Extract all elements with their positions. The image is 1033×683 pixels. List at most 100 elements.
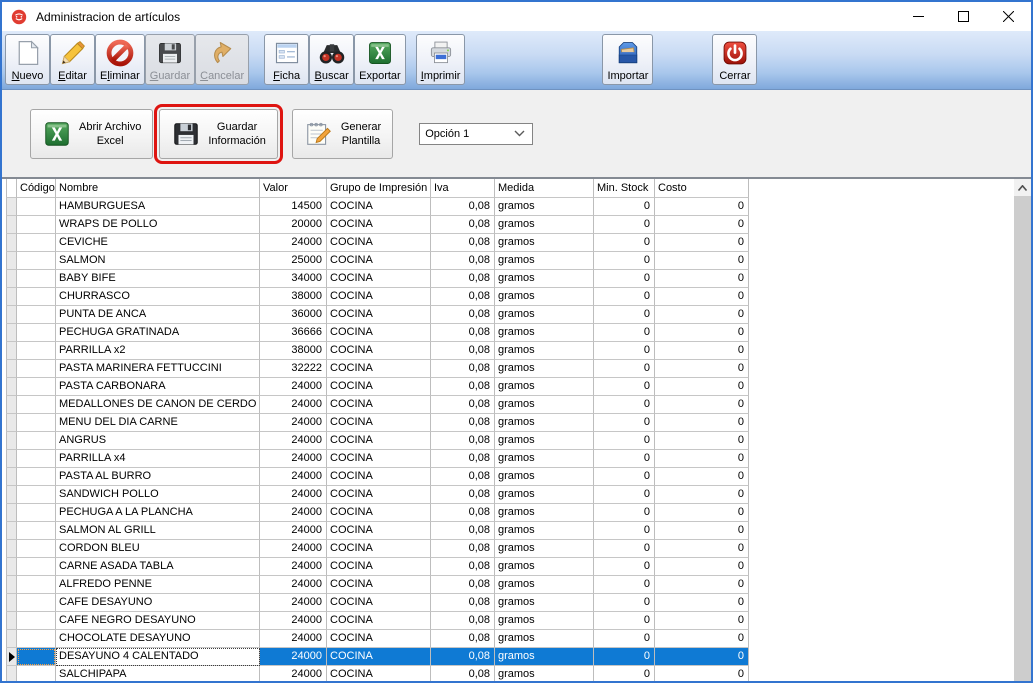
row-selector[interactable] [6,234,17,252]
abrir-archivo-excel-button[interactable]: Abrir ArchivoExcel [30,109,153,159]
cell-valor[interactable]: 32222 [260,360,327,378]
cell-valor[interactable]: 24000 [260,576,327,594]
cell-iva[interactable]: 0,08 [431,486,495,504]
cell-grupo[interactable]: COCINA [327,360,431,378]
table-row[interactable]: PASTA CARBONARA24000COCINA0,08gramos00 [6,378,750,396]
cell-iva[interactable]: 0,08 [431,342,495,360]
cell-grupo[interactable]: COCINA [327,450,431,468]
current-row-indicator[interactable] [6,648,17,666]
cell-costo[interactable]: 0 [655,486,749,504]
scroll-up-button[interactable] [1014,179,1031,196]
generar-plantilla-button[interactable]: GenerarPlantilla [292,109,393,159]
cell-medida[interactable]: gramos [495,576,594,594]
cell-grupo[interactable]: COCINA [327,396,431,414]
row-selector[interactable] [6,396,17,414]
row-selector[interactable] [6,594,17,612]
cell-min_stock[interactable]: 0 [594,432,655,450]
cell-valor[interactable]: 24000 [260,666,327,681]
cell-codigo[interactable] [17,306,56,324]
cell-nombre[interactable]: ALFREDO PENNE [56,576,260,594]
cell-costo[interactable]: 0 [655,306,749,324]
column-header-iva[interactable]: Iva [431,179,495,198]
table-row[interactable]: CARNE ASADA TABLA24000COCINA0,08gramos00 [6,558,750,576]
cell-nombre[interactable]: SALCHIPAPA [56,666,260,681]
cell-valor[interactable]: 24000 [260,522,327,540]
cell-min_stock[interactable]: 0 [594,378,655,396]
cell-min_stock[interactable]: 0 [594,648,655,666]
cell-grupo[interactable]: COCINA [327,270,431,288]
cell-valor[interactable]: 24000 [260,486,327,504]
cell-codigo[interactable] [17,612,56,630]
cell-nombre[interactable]: PUNTA DE ANCA [56,306,260,324]
cell-medida[interactable]: gramos [495,396,594,414]
table-row[interactable]: SALCHIPAPA24000COCINA0,08gramos00 [6,666,750,681]
table-row[interactable]: SALMON AL GRILL24000COCINA0,08gramos00 [6,522,750,540]
cell-valor[interactable]: 20000 [260,216,327,234]
cell-min_stock[interactable]: 0 [594,306,655,324]
cell-codigo[interactable] [17,198,56,216]
cell-valor[interactable]: 24000 [260,432,327,450]
row-selector[interactable] [6,630,17,648]
cell-costo[interactable]: 0 [655,324,749,342]
cell-grupo[interactable]: COCINA [327,558,431,576]
cell-nombre[interactable]: PECHUGA A LA PLANCHA [56,504,260,522]
cell-min_stock[interactable]: 0 [594,576,655,594]
table-row[interactable]: CHURRASCO38000COCINA0,08gramos00 [6,288,750,306]
cell-grupo[interactable]: COCINA [327,288,431,306]
cell-valor[interactable]: 24000 [260,414,327,432]
cell-grupo[interactable]: COCINA [327,252,431,270]
cell-costo[interactable]: 0 [655,414,749,432]
guardar-informacion-button[interactable]: GuardarInformación [159,109,277,159]
cell-medida[interactable]: gramos [495,504,594,522]
cell-grupo[interactable]: COCINA [327,198,431,216]
cell-costo[interactable]: 0 [655,666,749,681]
cell-medida[interactable]: gramos [495,630,594,648]
cell-grupo[interactable]: COCINA [327,576,431,594]
cell-medida[interactable]: gramos [495,288,594,306]
cell-valor[interactable]: 24000 [260,630,327,648]
cell-iva[interactable]: 0,08 [431,360,495,378]
cell-nombre[interactable]: PASTA AL BURRO [56,468,260,486]
cell-medida[interactable]: gramos [495,198,594,216]
cell-grupo[interactable]: COCINA [327,342,431,360]
cell-codigo[interactable] [17,360,56,378]
cell-min_stock[interactable]: 0 [594,558,655,576]
row-selector[interactable] [6,270,17,288]
cell-medida[interactable]: gramos [495,432,594,450]
cell-min_stock[interactable]: 0 [594,450,655,468]
cell-grupo[interactable]: COCINA [327,612,431,630]
cell-grupo[interactable]: COCINA [327,540,431,558]
cell-iva[interactable]: 0,08 [431,234,495,252]
cell-costo[interactable]: 0 [655,198,749,216]
cell-nombre[interactable]: SALMON [56,252,260,270]
cell-medida[interactable]: gramos [495,468,594,486]
option-dropdown[interactable]: Opción 1 [419,123,533,145]
row-selector[interactable] [6,432,17,450]
cell-costo[interactable]: 0 [655,270,749,288]
cell-costo[interactable]: 0 [655,630,749,648]
cell-iva[interactable]: 0,08 [431,630,495,648]
row-selector[interactable] [6,522,17,540]
cell-iva[interactable]: 0,08 [431,306,495,324]
cell-codigo[interactable] [17,540,56,558]
table-row[interactable]: PECHUGA A LA PLANCHA24000COCINA0,08gramo… [6,504,750,522]
cell-iva[interactable]: 0,08 [431,450,495,468]
cell-min_stock[interactable]: 0 [594,522,655,540]
cell-nombre[interactable]: PARRILLA x4 [56,450,260,468]
cell-valor[interactable]: 38000 [260,342,327,360]
cell-grupo[interactable]: COCINA [327,594,431,612]
cell-min_stock[interactable]: 0 [594,486,655,504]
cell-valor[interactable]: 38000 [260,288,327,306]
table-row[interactable]: HAMBURGUESA14500COCINA0,08gramos00 [6,198,750,216]
column-header-grupo[interactable]: Grupo de Impresión [327,179,431,198]
cell-costo[interactable]: 0 [655,432,749,450]
column-header-valor[interactable]: Valor [260,179,327,198]
cell-codigo[interactable] [17,252,56,270]
cell-valor[interactable]: 24000 [260,648,327,666]
cerrar-button[interactable]: Cerrar [712,34,757,85]
row-selector[interactable] [6,540,17,558]
cell-min_stock[interactable]: 0 [594,324,655,342]
ficha-button[interactable]: Ficha [264,34,309,85]
cell-min_stock[interactable]: 0 [594,504,655,522]
cell-nombre[interactable]: DESAYUNO 4 CALENTADO [56,648,260,666]
